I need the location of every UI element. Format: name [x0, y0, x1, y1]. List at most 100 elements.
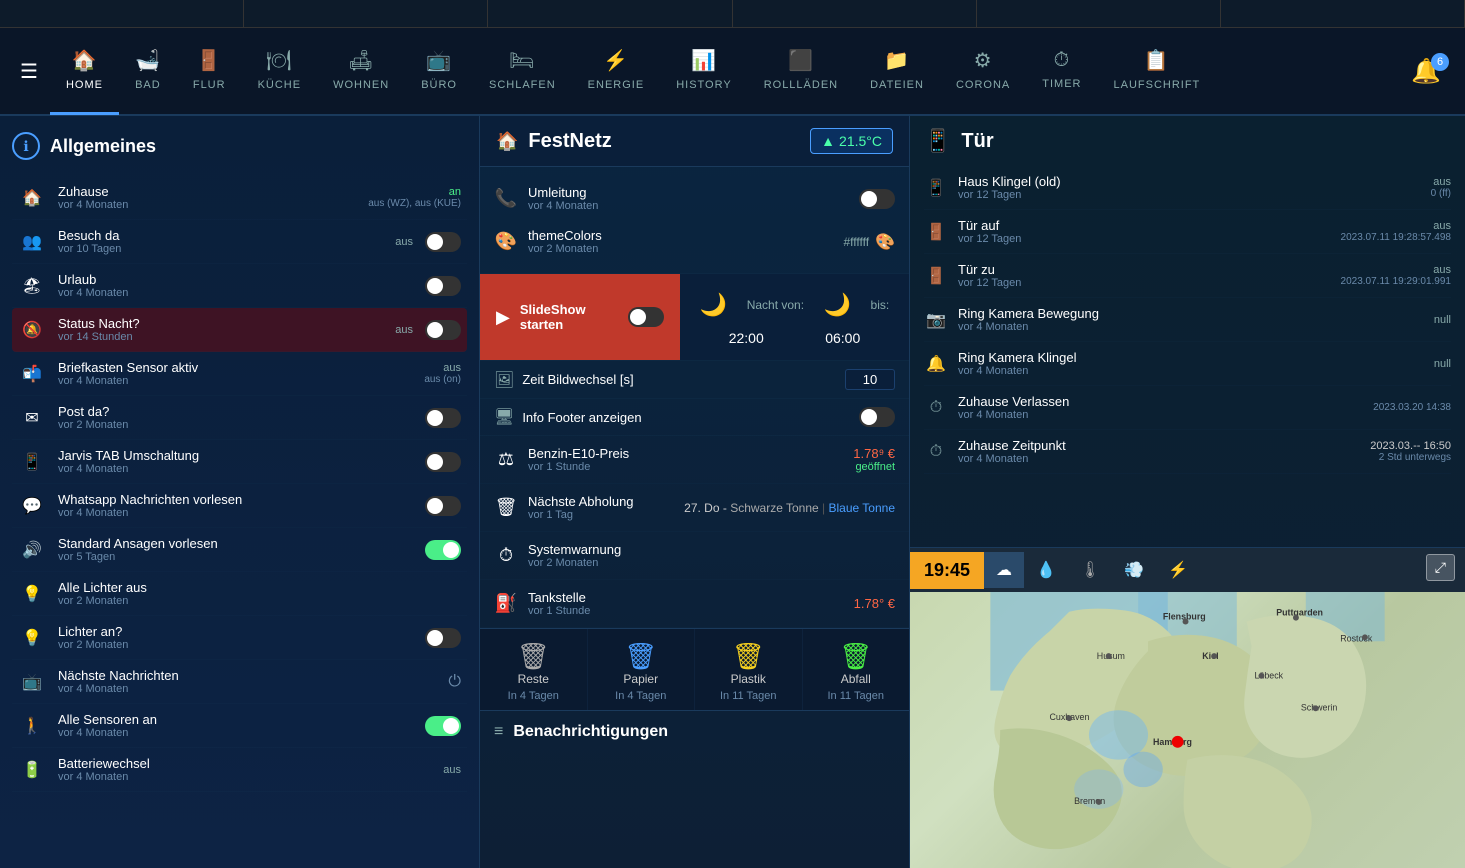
power-icon[interactable]: ⏻ — [448, 673, 461, 691]
weather-btn-temp[interactable]: 🌡 — [1068, 552, 1112, 588]
right-row-tuerzu: 🚪 Tür zu vor 12 Tagen aus 2023.07.11 19:… — [924, 254, 1451, 298]
bad-icon: 🛁 — [135, 48, 161, 73]
list-item: 🏖 Urlaub vor 4 Monaten — [12, 264, 467, 308]
hamburger-button[interactable]: ☰ — [8, 51, 50, 92]
home-item-icon: 🏠 — [18, 188, 46, 208]
waste-days-plastik: In 11 Tagen — [720, 690, 776, 702]
topbar-seg — [0, 0, 244, 27]
nav-item-flur[interactable]: 🚪 FLUR — [177, 27, 242, 115]
urlaub-icon: 🏖 — [18, 276, 46, 296]
abholung-value-area: 27. Do - Schwarze Tonne | Blaue Tonne — [684, 501, 895, 515]
item-info: Standard Ansagen vorlesen vor 5 Tagen — [58, 536, 413, 563]
tuerauf-icon: 🚪 — [924, 222, 948, 242]
benzin-status: geöffnet — [853, 461, 895, 473]
item-info: Besuch da vor 10 Tagen — [58, 228, 383, 255]
navbar: ☰ 🏠 HOME 🛁 BAD 🚪 FLUR 🍽 KÜCHE 🛋 WOHNEN 📺… — [0, 28, 1465, 116]
nav-item-dateien[interactable]: 📁 DATEIEN — [854, 27, 940, 115]
systemwarnung-name: Systemwarnung — [528, 542, 895, 557]
temp-arrow-icon: ▲ — [821, 133, 835, 149]
klingel-info: Haus Klingel (old) vor 12 Tagen — [958, 174, 1421, 201]
nav-item-laufschrift[interactable]: 📋 LAUFSCHRIFT — [1097, 27, 1216, 115]
item-info: Jarvis TAB Umschaltung vor 4 Monaten — [58, 448, 413, 475]
whatsapp-icon: 💬 — [18, 496, 46, 516]
ring-icon: 🔔 — [924, 354, 948, 374]
slideshow-button[interactable]: ▶ SlideShow starten — [480, 274, 680, 360]
nav-item-wohnen[interactable]: 🛋 WOHNEN — [317, 27, 405, 115]
toggle-sensoren[interactable] — [425, 716, 461, 736]
verlassen-value: 2023.03.20 14:38 — [1373, 402, 1451, 413]
expand-button[interactable]: ⤢ — [1426, 554, 1455, 581]
toggle-urlaub[interactable] — [425, 276, 461, 296]
slideshow-area: ▶ SlideShow starten 🌙 Nacht von: 🌙 bis: — [480, 274, 909, 361]
right-header: 📱 Tür — [924, 128, 1451, 154]
topbar-seg — [488, 0, 732, 27]
footer-name: Info Footer anzeigen — [522, 410, 851, 425]
briefkasten-icon: 📬 — [18, 364, 46, 384]
tankstelle-time: vor 1 Stunde — [528, 605, 844, 617]
weather-btn-cloud[interactable]: ☁ — [984, 552, 1024, 588]
list-item-nacht: 🔕 Status Nacht? vor 14 Stunden aus — [12, 308, 467, 352]
nav-item-kueche[interactable]: 🍽 KÜCHE — [242, 27, 318, 115]
home-mid-icon: 🏠 — [496, 131, 518, 152]
item-info: Batteriewechsel vor 4 Monaten — [58, 756, 431, 783]
nav-item-energie[interactable]: ⚡ ENERGIE — [572, 27, 661, 115]
nav-item-schlafen[interactable]: 🛏 SCHLAFEN — [473, 27, 572, 115]
toggle-whatsapp[interactable] — [425, 496, 461, 516]
toggle-umleitung[interactable] — [859, 189, 895, 209]
svg-text:Rostock: Rostock — [1340, 633, 1373, 643]
dateien-icon: 📁 — [884, 48, 910, 73]
list-item: 🚶 Alle Sensoren an vor 4 Monaten — [12, 704, 467, 748]
item-time: vor 4 Monaten — [58, 375, 412, 387]
nav-items: 🏠 HOME 🛁 BAD 🚪 FLUR 🍽 KÜCHE 🛋 WOHNEN 📺 B… — [50, 27, 1395, 115]
zeitpunkt-values: 2023.03.-- 16:50 2 Std unterwegs — [1370, 440, 1451, 463]
nav-label-kueche: KÜCHE — [258, 79, 302, 91]
moon-icon-left: 🌙 — [700, 292, 727, 318]
waste-bin-plastik: 🗑 Plastik In 11 Tagen — [695, 629, 803, 710]
verlassen-time: vor 4 Monaten — [958, 409, 1363, 421]
toggle-nacht[interactable] — [425, 320, 461, 340]
toggle-jarvis[interactable] — [425, 452, 461, 472]
abholung-name: Nächste Abholung — [528, 494, 674, 509]
nav-label-home: HOME — [66, 79, 103, 91]
nav-item-home[interactable]: 🏠 HOME — [50, 27, 119, 115]
toggle-lichter[interactable] — [425, 628, 461, 648]
nav-item-buero[interactable]: 📺 BÜRO — [405, 27, 473, 115]
weather-btn-rain[interactable]: 💧 — [1024, 552, 1068, 588]
mid-panel: 🏠 FestNetz ▲ 21.5°C 📞 Umleitung vor 4 Mo… — [480, 116, 910, 868]
nav-item-history[interactable]: 📊 HISTORY — [660, 27, 748, 115]
theme-value: #ffffff — [843, 235, 869, 249]
nav-label-buero: BÜRO — [421, 79, 457, 91]
tuerauf-name: Tür auf — [958, 218, 1331, 233]
right-row-zeitpunkt: ⏱ Zuhause Zeitpunkt vor 4 Monaten 2023.0… — [924, 430, 1451, 474]
toggle-slideshow[interactable] — [628, 307, 664, 327]
zeitpunkt-unterwegs: 2 Std unterwegs — [1370, 452, 1451, 463]
nav-item-corona[interactable]: ⚙ CORONA — [940, 27, 1026, 115]
sensor-icon: 🚶 — [18, 716, 46, 736]
nav-item-bad[interactable]: 🛁 BAD — [119, 27, 177, 115]
bewegung-status: null — [1434, 314, 1451, 326]
history-icon: 📊 — [691, 48, 717, 73]
item-time: vor 4 Monaten — [58, 771, 431, 783]
zeit-value-input[interactable] — [845, 369, 895, 390]
nav-label-rollladen: ROLLLÄDEN — [764, 79, 838, 91]
toggle-post[interactable] — [425, 408, 461, 428]
info-icon: ℹ — [12, 132, 40, 160]
toggle-footer[interactable] — [859, 407, 895, 427]
right-row-verlassen: ⏱ Zuhause Verlassen vor 4 Monaten 2023.0… — [924, 386, 1451, 430]
left-panel-header: ℹ Allgemeines — [12, 128, 467, 164]
energie-icon: ⚡ — [603, 48, 629, 73]
bell-button[interactable]: 🔔 6 — [1395, 49, 1457, 94]
toggle-besuch[interactable] — [425, 232, 461, 252]
plastik-icon: 🗑 — [732, 641, 765, 672]
nav-item-timer[interactable]: ⏱ TIMER — [1026, 27, 1097, 115]
zeitpunkt-time: vor 4 Monaten — [958, 453, 1360, 465]
abholung-row: 🗑 Nächste Abholung vor 1 Tag 27. Do - Sc… — [480, 484, 909, 532]
nav-item-rollladen[interactable]: ⬛ ROLLLÄDEN — [748, 27, 854, 115]
item-time: vor 5 Tagen — [58, 551, 413, 563]
fuel-icon: ⛽ — [494, 593, 518, 614]
umleitung-row: 📞 Umleitung vor 4 Monaten — [494, 177, 895, 220]
topbar-seg — [244, 0, 488, 27]
weather-btn-lightning[interactable]: ⚡ — [1156, 552, 1200, 588]
toggle-ansagen[interactable] — [425, 540, 461, 560]
weather-btn-wind[interactable]: 💨 — [1112, 552, 1156, 588]
